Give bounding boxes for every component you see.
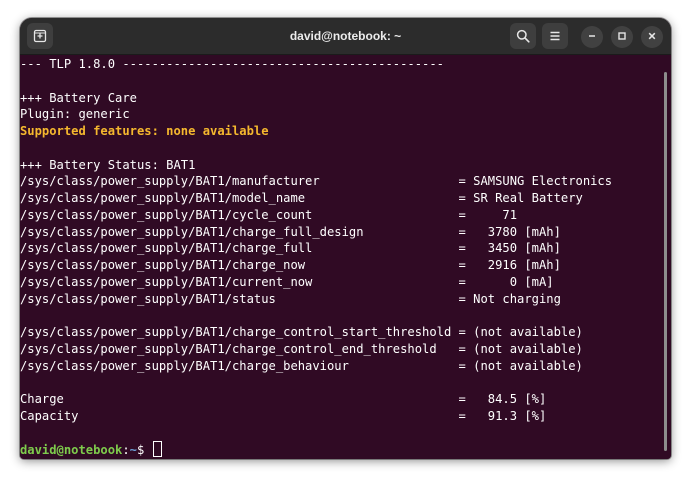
scrollbar[interactable] [664,72,667,451]
terminal-line: /sys/class/power_supply/BAT1/charge_cont… [20,341,583,356]
terminal-window: david@notebook: ~ --- TLP 1.8.0 --------… [20,18,671,459]
hamburger-menu-icon [549,30,561,42]
terminal-line: +++ Battery Status: BAT1 [20,157,196,172]
new-tab-icon [33,29,47,43]
minimize-button[interactable] [581,26,603,48]
prompt-line[interactable]: david@notebook:~$ [20,441,612,458]
prompt-path: ~ [129,443,137,458]
terminal-line: /sys/class/power_supply/BAT1/charge_now … [20,258,561,272]
terminal-output: --- TLP 1.8.0 --------------------------… [20,56,612,458]
terminal-line: Plugin: generic [20,107,130,122]
terminal-line: Charge = 84.5 [%] [20,392,547,406]
close-icon [647,28,657,46]
terminal-line: /sys/class/power_supply/BAT1/charge_beha… [20,358,583,373]
maximize-icon [617,28,627,46]
prompt-separator: : [122,443,130,458]
maximize-button[interactable] [611,26,633,48]
titlebar[interactable]: david@notebook: ~ [20,18,671,55]
terminal-line: +++ Battery Care [20,90,137,105]
close-button[interactable] [641,26,663,48]
minimize-icon [587,28,597,46]
menu-button[interactable] [542,23,568,49]
terminal-line: Supported features: none available [20,124,269,138]
new-tab-button[interactable] [27,23,53,49]
terminal-line: /sys/class/power_supply/BAT1/model_name … [20,191,583,205]
search-icon [516,29,530,43]
search-button[interactable] [510,23,536,49]
terminal-line: /sys/class/power_supply/BAT1/charge_full… [20,241,561,256]
terminal-line: Capacity = 91.3 [%] [20,408,547,423]
prompt-symbol: $ [136,443,152,458]
terminal-line: /sys/class/power_supply/BAT1/status = No… [20,291,561,306]
terminal-line: /sys/class/power_supply/BAT1/current_now… [20,274,554,289]
text-cursor [152,441,162,458]
terminal-output-area[interactable]: --- TLP 1.8.0 --------------------------… [20,55,671,459]
prompt-user-host: david@notebook [20,443,123,458]
terminal-line: /sys/class/power_supply/BAT1/charge_full… [20,224,561,239]
terminal-line: /sys/class/power_supply/BAT1/cycle_count… [20,207,518,222]
terminal-line: /sys/class/power_supply/BAT1/manufacture… [20,174,613,189]
terminal-line: /sys/class/power_supply/BAT1/charge_cont… [20,325,583,339]
terminal-line: --- TLP 1.8.0 --------------------------… [20,57,444,71]
window-title: david@notebook: ~ [289,29,402,43]
